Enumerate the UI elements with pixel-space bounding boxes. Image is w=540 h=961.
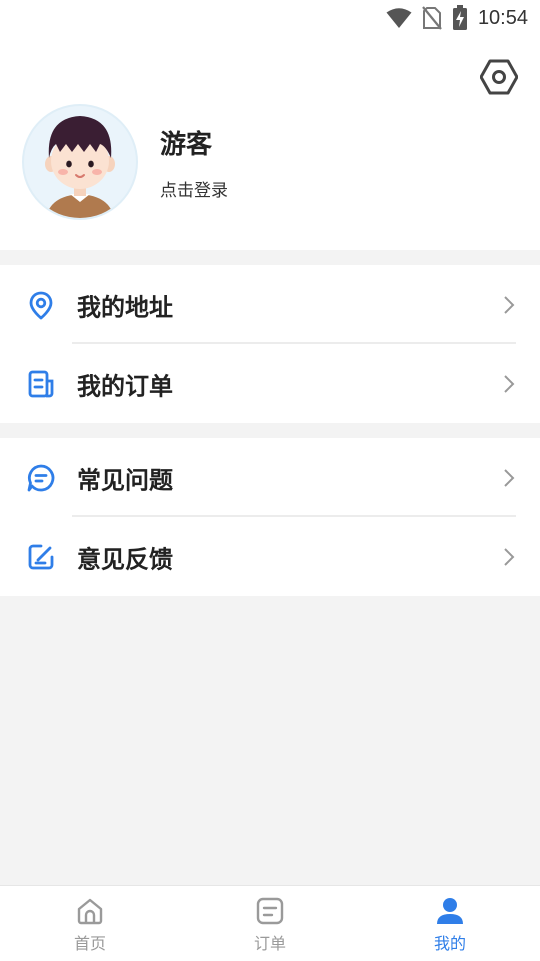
menu-label-orders: 我的订单 (77, 372, 173, 400)
settings-button[interactable] (480, 58, 518, 96)
menu-label-faq: 常见问题 (77, 466, 173, 494)
no-sim-icon (422, 6, 442, 30)
tab-label-profile: 我的 (433, 934, 466, 953)
menu-label-feedback: 意见反馈 (77, 545, 173, 573)
tab-label-home: 首页 (73, 934, 106, 953)
tab-orders[interactable]: 订单 (180, 886, 360, 961)
wifi-icon (386, 8, 412, 28)
home-icon (77, 898, 103, 925)
tab-label-orders: 订单 (253, 934, 286, 953)
cartoon-boy-avatar (45, 116, 115, 218)
chevron-right-icon (504, 374, 515, 393)
faq-chat-icon (27, 464, 55, 491)
profile-person-icon (437, 898, 463, 924)
orders-icon (256, 897, 284, 925)
login-link[interactable]: 点击登录 (160, 176, 228, 201)
user-name: 游客 (160, 130, 213, 160)
chevron-right-icon (504, 468, 515, 487)
menu-label-address: 我的地址 (77, 293, 173, 321)
menu-group-account: 我的地址 我的订单 (0, 265, 540, 423)
menu-item-orders[interactable]: 我的订单 (0, 344, 540, 423)
avatar[interactable] (24, 106, 136, 218)
status-bar: 10:54 (0, 0, 540, 36)
tab-profile[interactable]: 我的 (360, 886, 540, 961)
status-time: 10:54 (477, 6, 528, 29)
feedback-edit-icon (28, 544, 54, 569)
tab-home[interactable]: 首页 (0, 886, 180, 961)
status-icons: 10:54 (386, 4, 528, 32)
bottom-tab-bar: 首页 订单 我的 (0, 885, 540, 961)
profile-header: 游客 点击登录 (0, 36, 540, 250)
location-pin-icon (29, 291, 53, 319)
settings-hexagon-icon (480, 59, 518, 95)
menu-item-feedback[interactable]: 意见反馈 (0, 517, 540, 596)
chevron-right-icon (504, 547, 515, 566)
menu-group-support: 常见问题 意见反馈 (0, 438, 540, 596)
menu-item-address[interactable]: 我的地址 (0, 265, 540, 344)
battery-charging-icon (452, 5, 467, 30)
menu-item-faq[interactable]: 常见问题 (0, 438, 540, 517)
order-document-icon (28, 370, 54, 397)
chevron-right-icon (504, 295, 515, 314)
